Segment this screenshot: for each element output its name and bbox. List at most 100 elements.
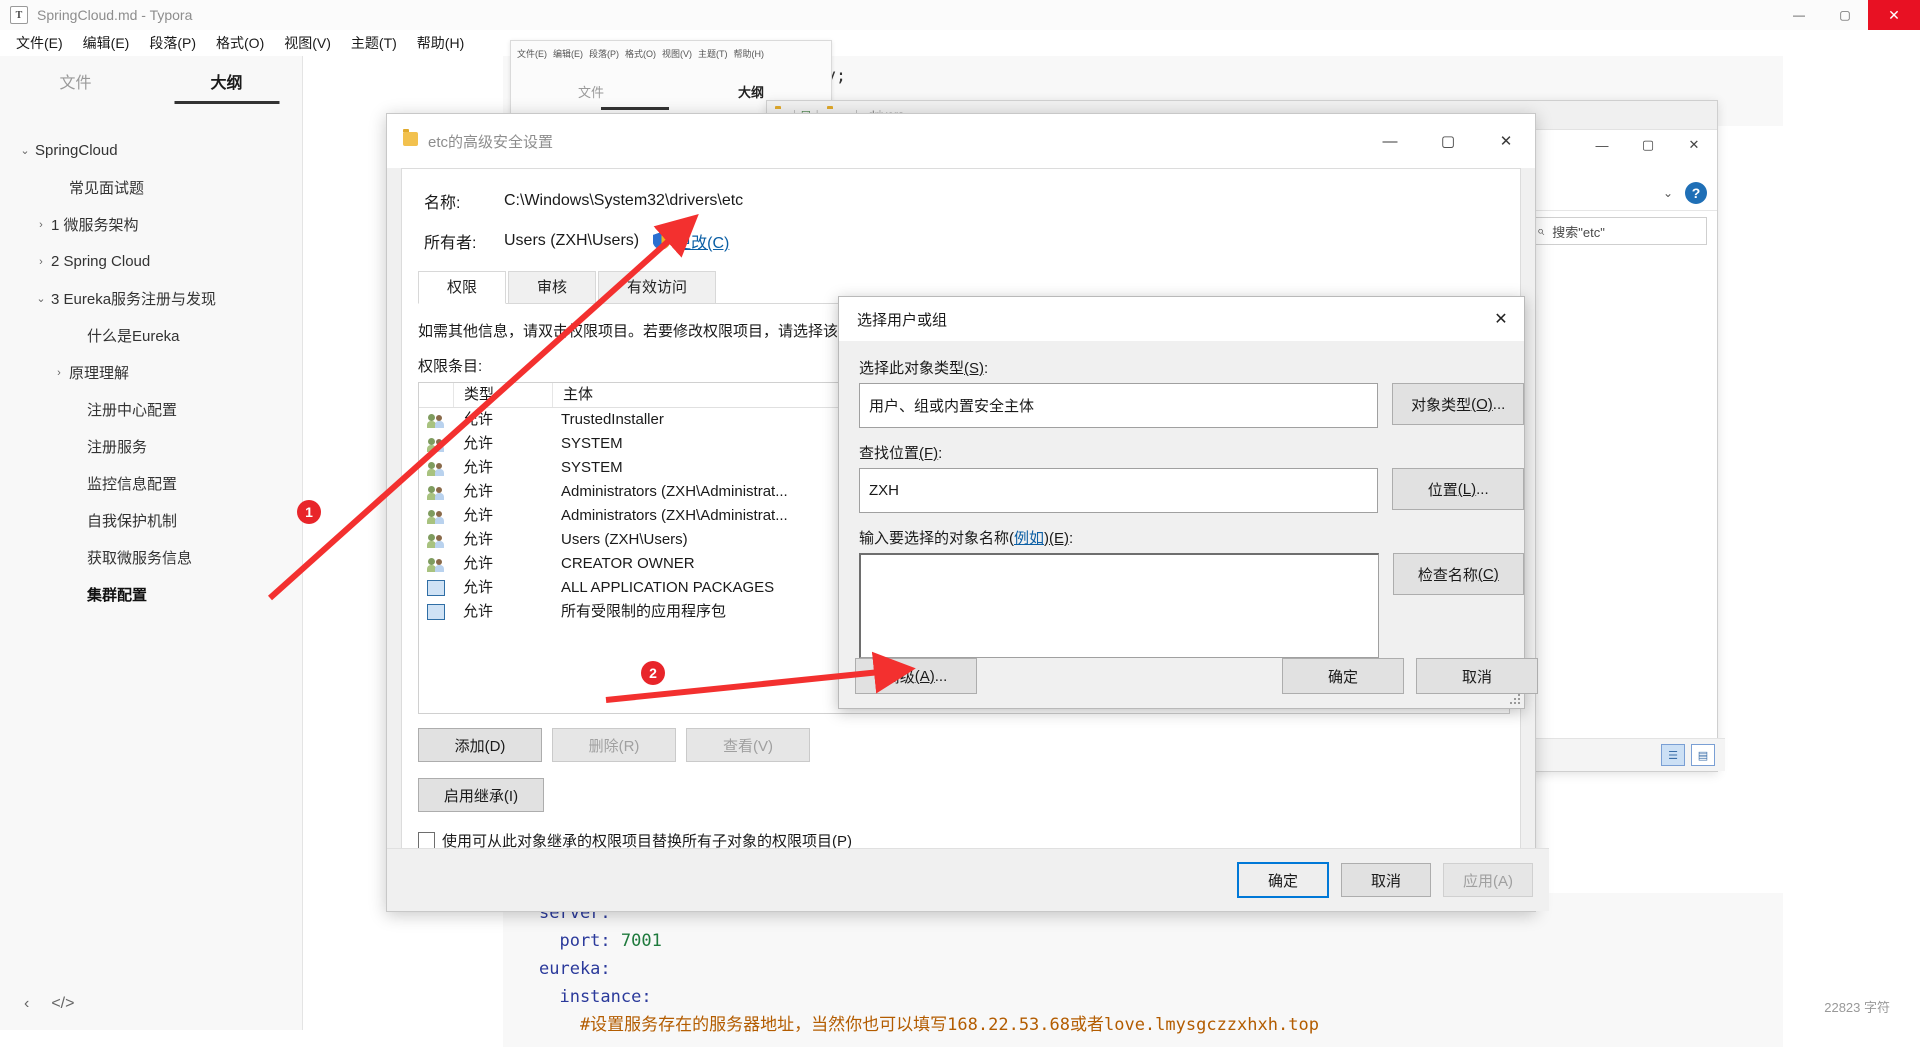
menu-help[interactable]: 帮助(H) xyxy=(734,47,765,60)
large-icons-view-button[interactable]: ▤ xyxy=(1691,744,1715,766)
chevron-right-icon[interactable]: › xyxy=(34,219,48,231)
cell-type: 允许 xyxy=(463,459,494,476)
background-typora-tabs: 文件 大纲 xyxy=(511,82,831,101)
typora-menu-bar: 文件(E) 编辑(E) 段落(P) 格式(O) 视图(V) 主题(T) 帮助(H… xyxy=(0,30,1920,56)
menu-view[interactable]: 视图(V) xyxy=(662,47,692,60)
app-package-icon xyxy=(419,600,453,624)
owner-row: 所有者: Users (ZXH\Users) 更改(C) xyxy=(402,229,1520,253)
minimize-button[interactable]: — xyxy=(1361,114,1419,168)
minimize-button[interactable]: — xyxy=(1776,0,1822,30)
menu-file[interactable]: 文件(E) xyxy=(517,47,547,60)
location-row: ZXH 位置 (L)... xyxy=(859,468,1524,513)
outline-item-label: 注册服务 xyxy=(87,439,148,456)
outline-item-principle[interactable]: › 原理理解 xyxy=(0,354,302,391)
change-owner-link[interactable]: 更改(C) xyxy=(675,229,729,253)
user-group-icon xyxy=(419,432,453,456)
outline-item-self-protection[interactable]: › 自我保护机制 xyxy=(0,502,302,539)
menu-theme[interactable]: 主题(T) xyxy=(698,47,728,60)
ok-button[interactable]: 确定 xyxy=(1282,658,1404,694)
cell-type: 允许 xyxy=(463,507,494,524)
menu-paragraph[interactable]: 段落(P) xyxy=(589,47,619,60)
menu-file[interactable]: 文件(E) xyxy=(6,30,73,56)
details-view-button[interactable]: ☰ xyxy=(1661,744,1685,766)
close-icon[interactable]: ✕ xyxy=(1478,297,1524,341)
tab-outline[interactable]: 大纲 xyxy=(151,56,302,112)
menu-help[interactable]: 帮助(H) xyxy=(407,30,474,56)
cell-type: 允许 xyxy=(463,555,494,572)
menu-format[interactable]: 格式(O) xyxy=(625,47,656,60)
outline-item-get-service-info[interactable]: › 获取微服务信息 xyxy=(0,539,302,576)
menu-theme[interactable]: 主题(T) xyxy=(341,30,407,56)
outline-item-registry-config[interactable]: › 注册中心配置 xyxy=(0,391,302,428)
tab-effective-access[interactable]: 有效访问 xyxy=(598,271,717,303)
typora-app-icon: T xyxy=(10,6,28,24)
chevron-right-icon[interactable]: › xyxy=(34,256,48,268)
resize-grip-icon[interactable] xyxy=(1509,693,1521,705)
add-button[interactable]: 添加(D) xyxy=(418,728,542,762)
name-label: 名称: xyxy=(424,195,461,212)
locations-button[interactable]: 位置 (L)... xyxy=(1392,468,1524,510)
outline-item-register-service[interactable]: › 注册服务 xyxy=(0,428,302,465)
user-group-icon xyxy=(419,528,453,552)
chevron-down-icon[interactable]: ⌄ xyxy=(1663,186,1673,200)
outline-item-springcloud[interactable]: ⌄ SpringCloud xyxy=(0,132,302,169)
tab-files[interactable]: 文件 xyxy=(0,56,151,112)
code-line: #设置服务存在的服务器地址，当然你也可以填写168.22.53.68或者love… xyxy=(539,1015,1319,1035)
inheritance-button-row: 启用继承(I) xyxy=(418,778,1520,812)
chevron-left-icon[interactable]: ‹ xyxy=(24,995,29,1013)
outline-item-label: 自我保护机制 xyxy=(87,513,178,530)
object-types-button[interactable]: 对象类型 (O)... xyxy=(1392,383,1524,425)
chevron-down-icon[interactable]: ⌄ xyxy=(18,144,32,157)
outline-item-interview[interactable]: › 常见面试题 xyxy=(0,169,302,206)
tab-auditing[interactable]: 审核 xyxy=(508,271,597,303)
tab-files[interactable]: 文件 xyxy=(511,82,671,101)
outline-item-monitor-config[interactable]: › 监控信息配置 xyxy=(0,465,302,502)
outline-item-label: 原理理解 xyxy=(69,365,130,382)
ok-button[interactable]: 确定 xyxy=(1237,862,1329,898)
chevron-right-icon[interactable]: › xyxy=(52,367,66,379)
tab-permissions[interactable]: 权限 xyxy=(418,271,507,304)
help-icon[interactable]: ? xyxy=(1685,182,1707,204)
replace-permissions-checkbox[interactable] xyxy=(418,832,435,849)
table-header-type[interactable]: 类型 xyxy=(454,383,553,407)
word-count-status: 22823 字符 xyxy=(1824,1000,1890,1015)
typora-title-bar: T SpringCloud.md - Typora — ▢ ✕ xyxy=(0,0,1920,31)
outline-item-what-is-eureka[interactable]: › 什么是Eureka xyxy=(0,317,302,354)
enable-inheritance-button[interactable]: 启用继承(I) xyxy=(418,778,544,812)
cancel-button[interactable]: 取消 xyxy=(1341,863,1431,897)
outline-item-spring-cloud[interactable]: › 2 Spring Cloud xyxy=(0,243,302,280)
menu-edit[interactable]: 编辑(E) xyxy=(73,30,140,56)
object-names-section: 输入要选择的对象名称(例如)(E): 检查名称 (C) xyxy=(839,513,1524,658)
object-names-input[interactable] xyxy=(859,553,1379,658)
tab-outline[interactable]: 大纲 xyxy=(671,82,831,101)
outline-item-cluster-config[interactable]: › 集群配置 xyxy=(0,576,302,613)
object-names-row: 检查名称 (C) xyxy=(859,553,1524,658)
close-button[interactable]: ✕ xyxy=(1477,114,1535,168)
typora-window-controls: — ▢ ✕ xyxy=(1776,0,1920,30)
outline-item-microservice[interactable]: › 1 微服务架构 xyxy=(0,206,302,243)
minimize-button[interactable]: — xyxy=(1579,130,1625,160)
sidebar-footer: ‹ </> xyxy=(0,978,302,1030)
maximize-button[interactable]: ▢ xyxy=(1625,130,1671,160)
outline-item-eureka[interactable]: ⌄ 3 Eureka服务注册与发现 xyxy=(0,280,302,317)
annotation-badge-2: 2 xyxy=(641,661,665,685)
dialog-title-bar: etc的高级安全设置 — ▢ ✕ xyxy=(387,114,1535,168)
menu-edit[interactable]: 编辑(E) xyxy=(553,47,583,60)
close-button[interactable]: ✕ xyxy=(1671,130,1717,160)
cancel-button[interactable]: 取消 xyxy=(1416,658,1538,694)
chevron-down-icon[interactable]: ⌄ xyxy=(34,292,48,305)
maximize-button[interactable]: ▢ xyxy=(1822,0,1868,30)
object-type-input[interactable]: 用户、组或内置安全主体 xyxy=(859,383,1379,428)
user-group-icon xyxy=(419,408,453,432)
search-box[interactable]: ⌕ 搜索"etc" xyxy=(1527,217,1707,245)
source-code-icon[interactable]: </> xyxy=(51,995,74,1013)
advanced-button[interactable]: 高级 (A)... xyxy=(855,658,977,694)
location-input[interactable]: ZXH xyxy=(859,468,1379,513)
close-button[interactable]: ✕ xyxy=(1868,0,1920,30)
menu-paragraph[interactable]: 段落(P) xyxy=(139,30,206,56)
object-type-row: 用户、组或内置安全主体 对象类型 (O)... xyxy=(859,383,1524,428)
maximize-button[interactable]: ▢ xyxy=(1419,114,1477,168)
menu-view[interactable]: 视图(V) xyxy=(274,30,341,56)
check-names-button[interactable]: 检查名称 (C) xyxy=(1392,553,1524,595)
menu-format[interactable]: 格式(O) xyxy=(206,30,274,56)
